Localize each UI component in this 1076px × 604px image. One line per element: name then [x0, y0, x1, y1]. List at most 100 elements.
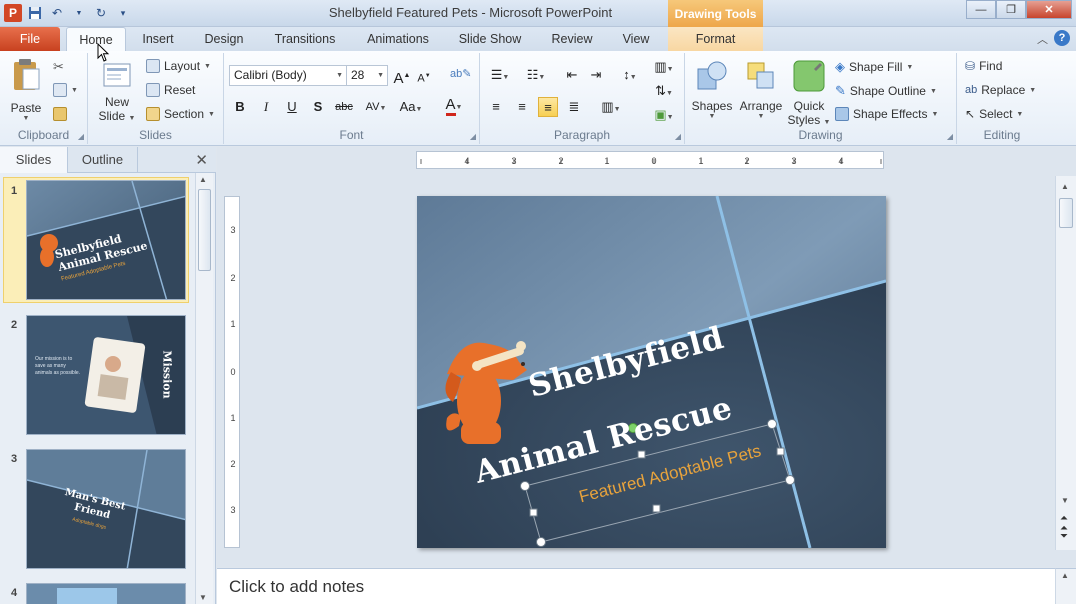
- bullets-button[interactable]: ☰▼: [486, 65, 514, 85]
- align-left-icon: ≡: [492, 99, 500, 114]
- arrange-button[interactable]: Arrange ▼: [737, 59, 785, 120]
- close-button[interactable]: ✕: [1026, 0, 1072, 19]
- tab-transitions[interactable]: Transitions: [262, 27, 348, 51]
- font-name-combo[interactable]: Calibri (Body) ▼: [229, 65, 347, 86]
- strikethrough-button[interactable]: abc: [332, 97, 356, 117]
- text-direction-button[interactable]: ⇅▼: [650, 81, 678, 101]
- increase-indent-button[interactable]: ⇥: [586, 65, 606, 85]
- numbering-button[interactable]: ☷▼: [522, 65, 550, 85]
- clipboard-launcher-icon[interactable]: ◢: [78, 132, 84, 141]
- change-case-button[interactable]: Aa▼: [396, 97, 426, 117]
- format-painter-button[interactable]: [53, 107, 67, 121]
- character-spacing-button[interactable]: AV▼: [362, 97, 390, 117]
- scrollbar-thumb[interactable]: [198, 189, 211, 271]
- scroll-down-icon[interactable]: ▼: [199, 593, 207, 602]
- paragraph-group: ☰▼ ☷▼ ⇤ ⇥ ↕▼ ▥▼ ⇅▼ ▣▼ ≡ ≡ ≡ ≣ ▥▼ Paragra…: [480, 53, 685, 144]
- underline-button[interactable]: U: [282, 97, 302, 117]
- tab-format[interactable]: Format: [668, 27, 763, 51]
- font-color-button[interactable]: A▼: [438, 95, 470, 116]
- justify-button[interactable]: ≣: [564, 97, 584, 117]
- clear-formatting-button[interactable]: ab✎: [450, 64, 471, 84]
- help-icon[interactable]: ?: [1054, 30, 1070, 46]
- columns-inline-button[interactable]: ▥▼: [596, 97, 626, 117]
- tab-file[interactable]: File: [0, 27, 60, 51]
- scroll-up-icon[interactable]: ▲: [1061, 182, 1069, 191]
- slide-thumbnail-2[interactable]: Our mission is to save as many animals a…: [26, 315, 186, 435]
- minimize-ribbon-icon[interactable]: ︿: [1037, 31, 1048, 47]
- scroll-up-icon[interactable]: ▲: [1061, 571, 1069, 580]
- scroll-down-icon[interactable]: ▼: [1061, 496, 1069, 505]
- svg-text:3: 3: [511, 156, 516, 166]
- reset-button[interactable]: Reset: [146, 83, 195, 97]
- grow-font-button[interactable]: A▲: [392, 66, 412, 87]
- tab-slides[interactable]: Slides: [0, 147, 68, 173]
- layout-button[interactable]: Layout ▼: [146, 59, 211, 73]
- font-color-icon: A: [445, 96, 456, 116]
- tab-slide-show[interactable]: Slide Show: [448, 27, 532, 51]
- notes-scrollbar[interactable]: ▲: [1055, 568, 1076, 604]
- shape-fill-label: Shape Fill: [849, 60, 903, 74]
- line-spacing-button[interactable]: ↕▼: [616, 65, 644, 85]
- paste-button[interactable]: Paste ▼: [6, 57, 46, 122]
- tab-design[interactable]: Design: [194, 27, 254, 51]
- editing-group-label: Editing: [983, 128, 1021, 142]
- shape-outline-button[interactable]: ✎ Shape Outline ▼: [835, 83, 937, 99]
- powerpoint-window: P ↶ ▼ ↻ ▾ Shelbyfield Featured Pets - Mi…: [0, 0, 1076, 604]
- tab-home[interactable]: Home: [66, 27, 126, 52]
- align-left-button[interactable]: ≡: [486, 97, 506, 117]
- horizontal-ruler: 4 3 2 1 0 1 2 3 4: [416, 151, 884, 169]
- editing-group: ⛁ Find ab Replace ▼ ↖ Select ▼ Editing: [957, 53, 1047, 144]
- section-button[interactable]: Section ▼: [146, 107, 215, 121]
- slide-thumbnail-1[interactable]: Shelbyfield Animal Rescue Featured Adoptab…: [26, 180, 186, 300]
- slide-vertical-scrollbar[interactable]: ▲ ▼ ⏶ ⏶ ⏷: [1055, 176, 1076, 550]
- thumb2-body: Our mission is to save as many animals a…: [35, 356, 81, 376]
- restore-button[interactable]: ❐: [996, 0, 1026, 19]
- slide-thumbnail-4[interactable]: [26, 583, 186, 604]
- drawing-launcher-icon[interactable]: ◢: [947, 132, 953, 141]
- select-button[interactable]: ↖ Select ▼: [965, 107, 1023, 121]
- window-title: Shelbyfield Featured Pets - Microsoft Po…: [328, 5, 613, 20]
- convert-smartart-button[interactable]: ▣▼: [650, 105, 678, 125]
- find-button[interactable]: ⛁ Find: [965, 59, 1002, 73]
- svg-text:2: 2: [744, 156, 749, 166]
- close-pane-icon[interactable]: ✕: [195, 151, 208, 169]
- tab-insert[interactable]: Insert: [130, 27, 186, 51]
- find-label: Find: [979, 59, 1003, 73]
- font-launcher-icon[interactable]: ◢: [470, 132, 476, 141]
- text-shadow-button[interactable]: S: [308, 97, 328, 117]
- current-slide[interactable]: Shelbyfield Animal Rescue Featured Adopt…: [417, 196, 886, 548]
- character-spacing-icon: AV: [365, 101, 380, 113]
- replace-button[interactable]: ab Replace ▼: [965, 83, 1036, 97]
- cut-button[interactable]: ✂: [53, 59, 64, 75]
- tab-view[interactable]: View: [612, 27, 660, 51]
- tab-review[interactable]: Review: [540, 27, 604, 51]
- paste-dropdown-icon[interactable]: ▼: [6, 115, 46, 122]
- slides-pane-scrollbar[interactable]: ▲ ▼: [195, 173, 213, 604]
- tab-outline[interactable]: Outline: [68, 147, 138, 173]
- shape-effects-button[interactable]: Shape Effects ▼: [835, 107, 938, 121]
- font-size-value: 28: [351, 68, 365, 82]
- decrease-indent-button[interactable]: ⇤: [562, 65, 582, 85]
- new-slide-button[interactable]: New Slide ▼: [96, 61, 138, 123]
- next-slide-icon[interactable]: ⏷: [1060, 532, 1068, 542]
- shape-fill-button[interactable]: ◈ Shape Fill ▼: [835, 59, 913, 75]
- columns-button[interactable]: ▥▼: [650, 57, 678, 77]
- align-right-button[interactable]: ≡: [538, 97, 558, 117]
- scrollbar-thumb[interactable]: [1059, 198, 1073, 228]
- quick-styles-button[interactable]: Quick Styles ▼: [787, 59, 831, 127]
- font-size-combo[interactable]: 28 ▼: [346, 65, 388, 86]
- slide-thumbnail-3[interactable]: Man's Best Friend Adoptable dogs: [26, 449, 186, 569]
- tab-animations[interactable]: Animations: [356, 27, 440, 51]
- svg-text:0: 0: [230, 367, 235, 377]
- scroll-up-icon[interactable]: ▲: [199, 175, 207, 184]
- paragraph-launcher-icon[interactable]: ◢: [675, 132, 681, 141]
- bold-button[interactable]: B: [230, 97, 250, 117]
- align-center-button[interactable]: ≡: [512, 97, 532, 117]
- italic-button[interactable]: I: [256, 97, 276, 117]
- minimize-button[interactable]: —: [966, 0, 996, 19]
- notes-pane[interactable]: Click to add notes: [217, 568, 1055, 604]
- shapes-button[interactable]: Shapes ▼: [691, 59, 733, 120]
- grow-font-icon: A: [393, 70, 404, 87]
- copy-button[interactable]: ▼: [53, 83, 78, 97]
- shrink-font-button[interactable]: A▼: [414, 66, 434, 86]
